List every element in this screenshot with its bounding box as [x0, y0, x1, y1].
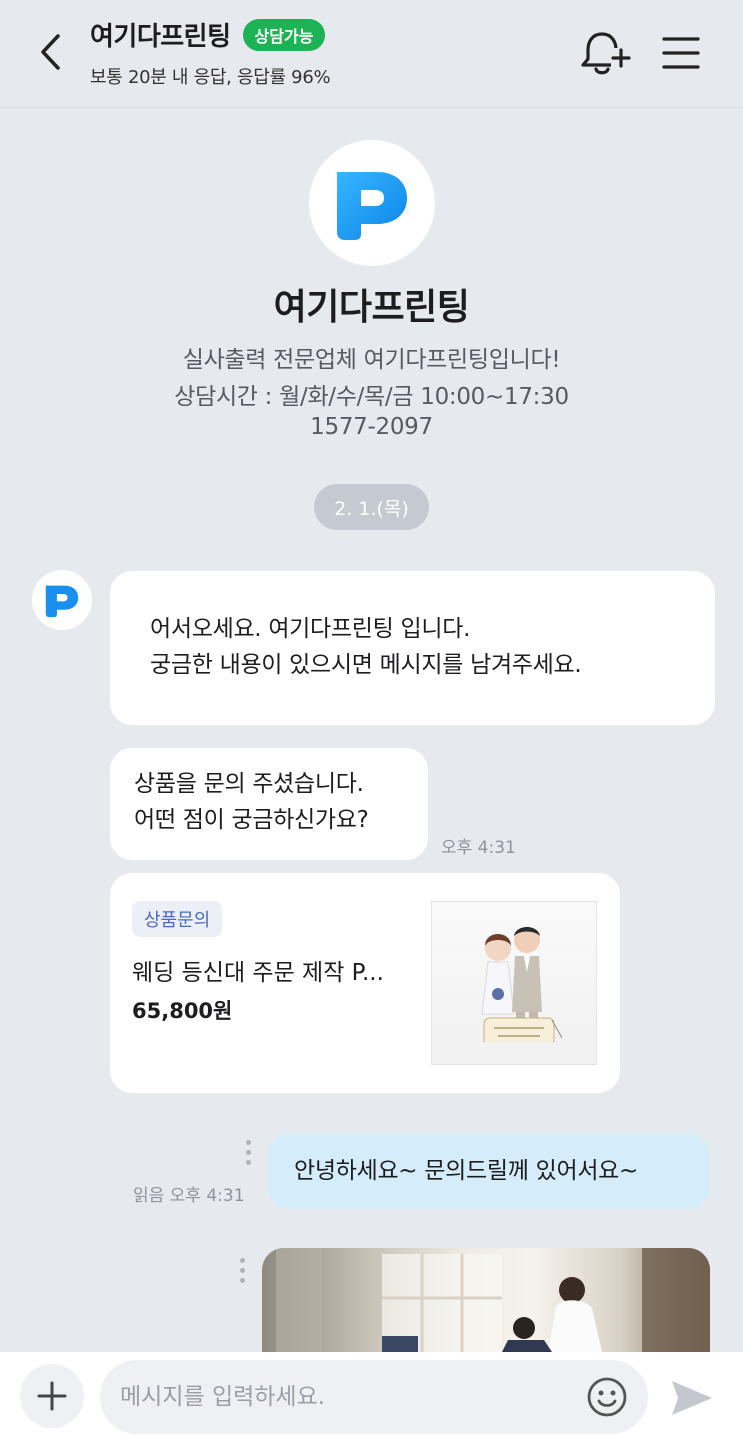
profile-description: 실사출력 전문업체 여기다프린팅입니다! — [182, 347, 561, 373]
outgoing-message-text: 안녕하세요~ 문의드릴께 있어서요~ — [294, 1158, 639, 1184]
product-name: 웨딩 등신대 주문 제작 P... — [132, 960, 384, 986]
inquiry-message: 상품을 문의 주셨습니다. 어떤 점이 궁금하신가요? — [110, 748, 428, 860]
greeting-line-2: 궁금한 내용이 있으시면 메시지를 남겨주세요. — [150, 652, 582, 678]
profile-name: 여기다프린팅 — [273, 287, 470, 328]
header-title-group: 여기다프린팅 상담가능 보통 20분 내 응답, 응답률 96% — [90, 16, 331, 89]
message-composer — [0, 1352, 743, 1436]
greeting-line-1: 어서오세요. 여기다프린팅 입니다. — [150, 616, 471, 642]
avatar[interactable] — [32, 570, 92, 630]
profile-hours: 상담시간 : 월/화/수/목/금 10:00~17:30 — [174, 384, 569, 410]
menu-icon — [662, 37, 700, 69]
status-badge: 상담가능 — [242, 18, 326, 51]
message-options-icon[interactable] — [246, 1140, 254, 1170]
brand-p-logo-icon — [337, 172, 407, 240]
chat-header: 여기다프린팅 상담가능 보통 20분 내 응답, 응답률 96% — [0, 0, 743, 108]
chat-title: 여기다프린팅 — [90, 22, 231, 52]
message-options-icon[interactable] — [240, 1258, 248, 1288]
greeting-message: 어서오세요. 여기다프린팅 입니다. 궁금한 내용이 있으시면 메시지를 남겨주… — [110, 571, 715, 725]
profile-phone[interactable]: 1577-2097 — [0, 414, 743, 440]
inquiry-line-1: 상품을 문의 주셨습니다. — [134, 771, 364, 797]
brand-p-logo-icon — [45, 585, 79, 618]
inquiry-line-2: 어떤 점이 궁금하신가요? — [134, 807, 369, 833]
read-status-timestamp: 읽음 오후 4:31 — [133, 1186, 245, 1206]
back-icon — [41, 34, 60, 70]
outgoing-message: 안녕하세요~ 문의드릴께 있어서요~ — [268, 1133, 710, 1209]
notification-add-button[interactable] — [578, 28, 632, 78]
product-inquiry-card[interactable]: 상품문의 웨딩 등신대 주문 제작 P... 65,800원 — [110, 873, 620, 1093]
menu-button[interactable] — [660, 32, 702, 74]
profile-logo[interactable] — [309, 140, 435, 266]
product-thumbnail — [431, 901, 597, 1065]
smiley-icon — [587, 1377, 627, 1417]
message-timestamp: 오후 4:31 — [441, 838, 516, 858]
message-input[interactable] — [100, 1360, 648, 1434]
send-button[interactable] — [668, 1378, 716, 1418]
back-button[interactable] — [30, 30, 70, 74]
response-info: 보통 20분 내 응답, 응답률 96% — [90, 67, 331, 88]
attach-button[interactable] — [20, 1364, 84, 1428]
emoji-button[interactable] — [586, 1376, 628, 1418]
product-tag: 상품문의 — [132, 901, 223, 937]
send-icon — [672, 1381, 712, 1415]
photo-message[interactable] — [262, 1248, 710, 1352]
product-price: 65,800원 — [132, 999, 233, 1023]
plus-icon — [37, 1381, 67, 1411]
date-separator: 2. 1.(목) — [314, 484, 429, 530]
bell-plus-icon — [581, 32, 631, 75]
